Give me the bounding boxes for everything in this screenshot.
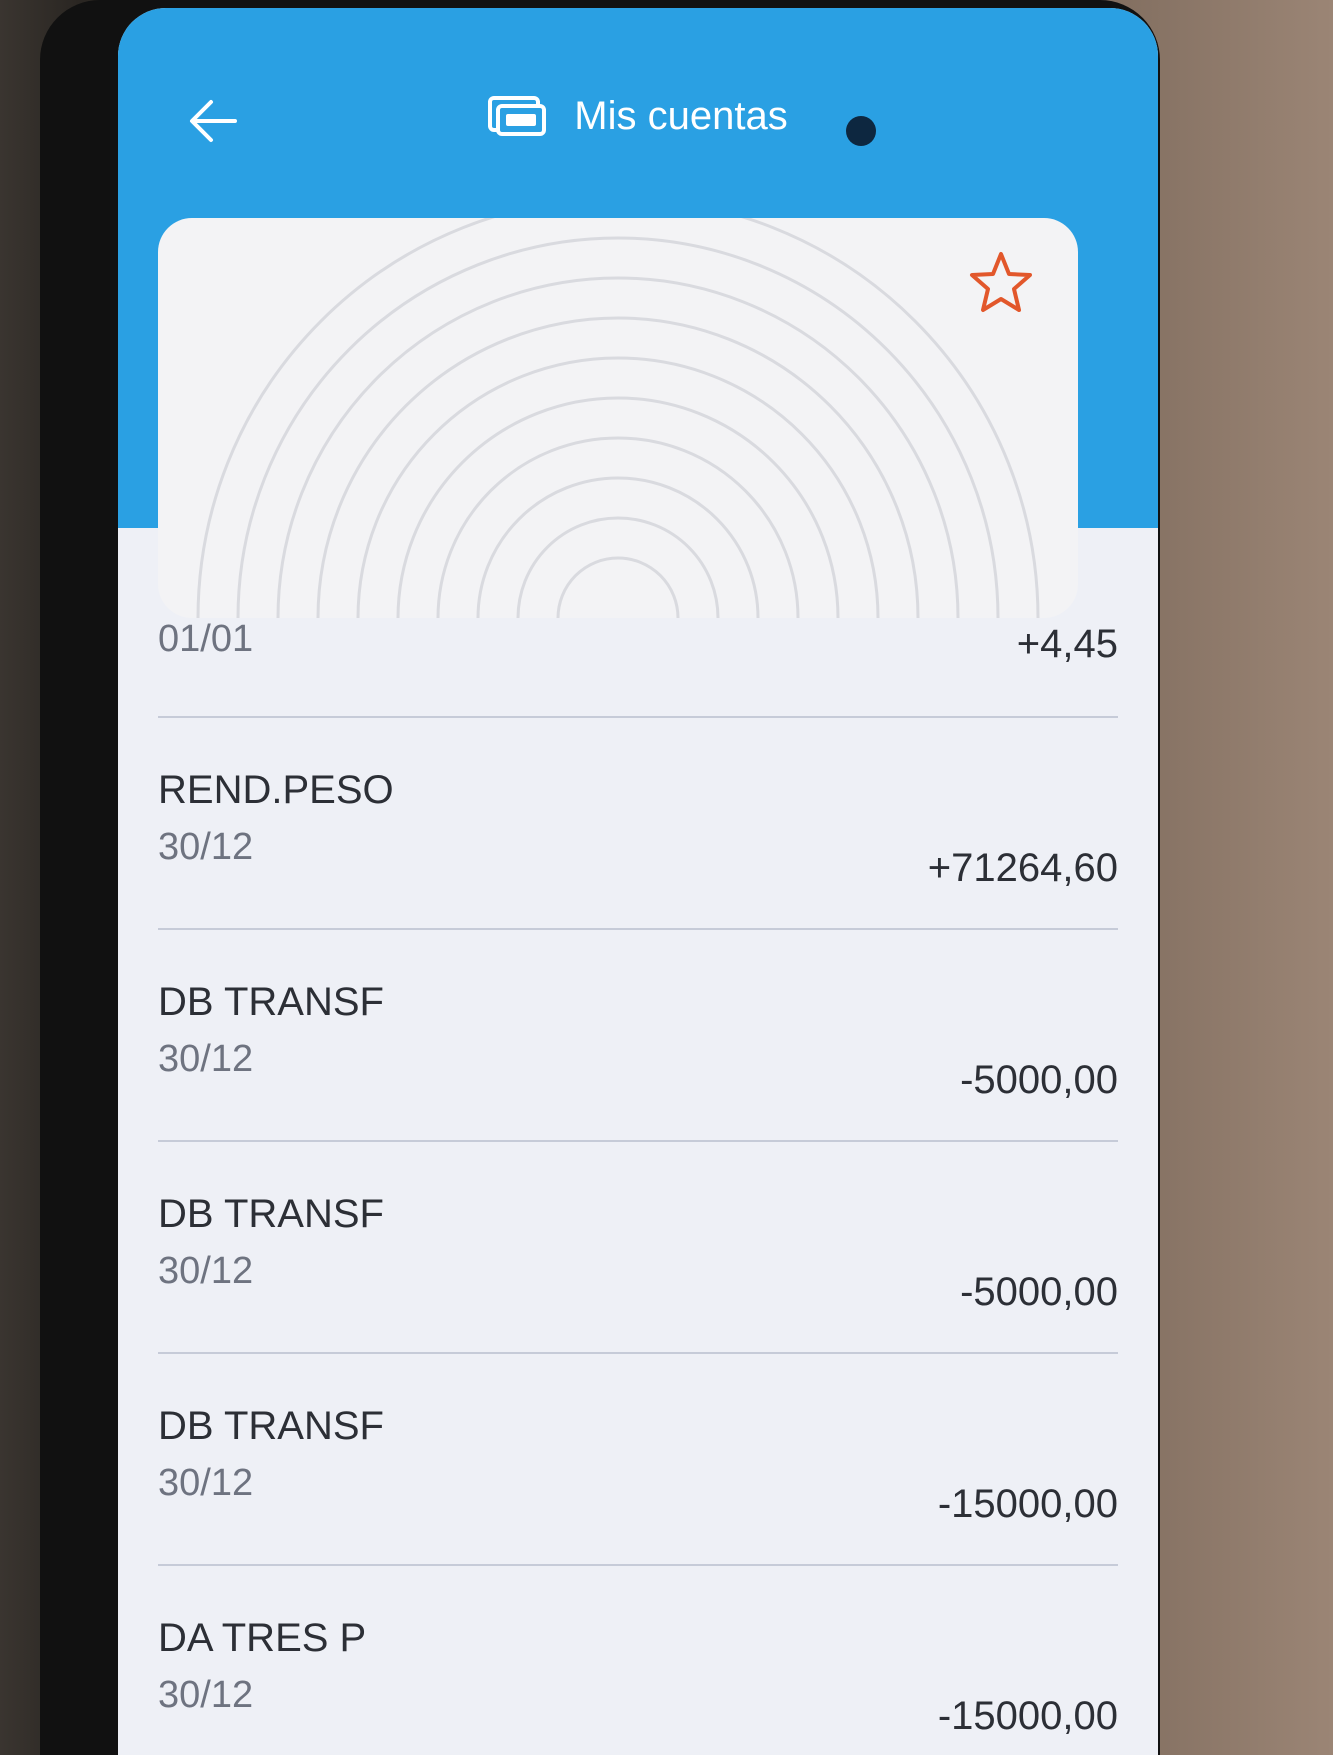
transaction-amount: +4,45 xyxy=(1016,622,1118,666)
star-outline-icon xyxy=(970,252,1032,312)
transaction-amount: -5000,00 xyxy=(960,1270,1118,1314)
transaction-date: 30/12 xyxy=(158,826,254,868)
transaction-amount: -5000,00 xyxy=(960,1058,1118,1102)
front-camera xyxy=(846,116,876,146)
list-item[interactable]: DA TRES P 30/12 -15000,00 xyxy=(158,1566,1118,1755)
transaction-date: 30/12 xyxy=(158,1250,254,1292)
transaction-amount: -15000,00 xyxy=(937,1482,1118,1526)
transaction-description: DB TRANSF xyxy=(158,1404,384,1448)
page-title: Mis cuentas xyxy=(574,93,788,138)
transaction-date: 30/12 xyxy=(158,1674,254,1716)
header-title-group: Mis cuentas xyxy=(118,86,1158,146)
list-item[interactable]: DB TRANSF 30/12 -5000,00 xyxy=(158,930,1118,1142)
phone-frame: Mis cuentas 01/01 +4,45 REND.PESO 30/12 … xyxy=(40,0,1160,1755)
favorite-button[interactable] xyxy=(966,248,1036,318)
list-item[interactable]: 01/01 +4,45 xyxy=(158,608,1118,718)
list-item[interactable]: DB TRANSF 30/12 -15000,00 xyxy=(158,1354,1118,1566)
transaction-description: DA TRES P xyxy=(158,1616,367,1660)
transaction-amount: +71264,60 xyxy=(927,846,1118,890)
transaction-description: DB TRANSF xyxy=(158,1192,384,1236)
wallet-card-icon xyxy=(488,96,547,136)
list-item[interactable]: DB TRANSF 30/12 -5000,00 xyxy=(158,1142,1118,1354)
account-card[interactable] xyxy=(158,218,1078,618)
list-item[interactable]: REND.PESO 30/12 +71264,60 xyxy=(158,718,1118,930)
transaction-amount: -15000,00 xyxy=(937,1694,1118,1738)
transaction-date: 30/12 xyxy=(158,1038,254,1080)
transaction-description: DB TRANSF xyxy=(158,980,384,1024)
transaction-description: REND.PESO xyxy=(158,768,394,812)
transaction-date: 01/01 xyxy=(158,618,254,660)
transactions-list: 01/01 +4,45 REND.PESO 30/12 +71264,60 DB… xyxy=(118,608,1158,1755)
card-pattern xyxy=(196,218,1040,618)
transaction-date: 30/12 xyxy=(158,1462,254,1504)
phone-screen: Mis cuentas 01/01 +4,45 REND.PESO 30/12 … xyxy=(118,8,1158,1755)
